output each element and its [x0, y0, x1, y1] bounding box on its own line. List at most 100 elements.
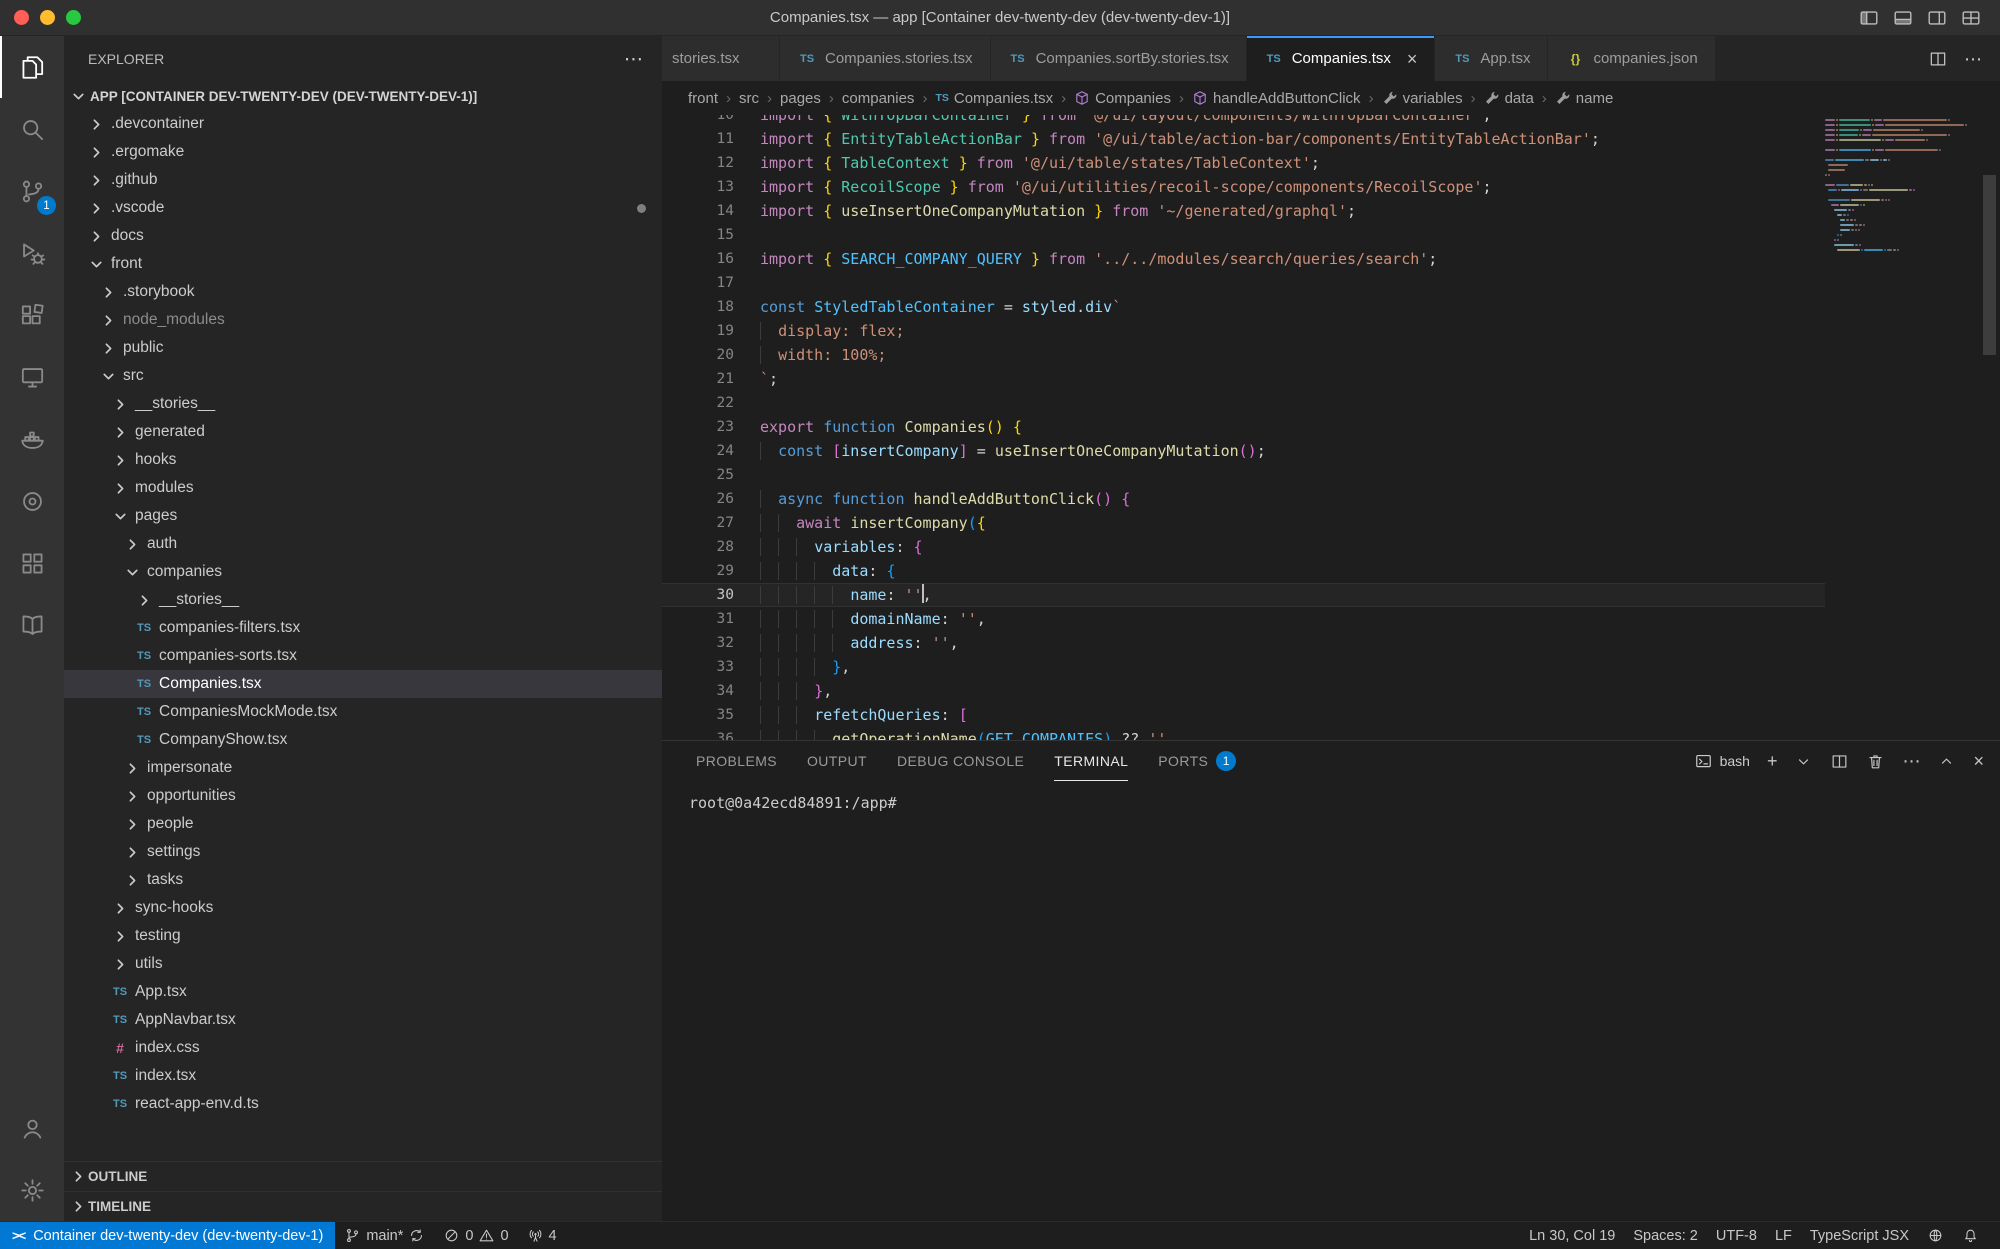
code-line-19[interactable]: 19 display: flex;: [662, 319, 1825, 343]
breadcrumb-companies-folder[interactable]: companies: [842, 90, 915, 107]
code-line-26[interactable]: 26 async function handleAddButtonClick()…: [662, 487, 1825, 511]
zoom-window-button[interactable]: [66, 10, 81, 25]
activity-extensions[interactable]: [0, 284, 64, 346]
folder-item-hooks[interactable]: hooks: [64, 446, 662, 474]
workspace-section-header[interactable]: APP [CONTAINER DEV-TWENTY-DEV (DEV-TWENT…: [64, 82, 662, 110]
code-line-23[interactable]: 23export function Companies() {: [662, 415, 1825, 439]
globe-status[interactable]: [1918, 1222, 1953, 1249]
folder-item-public[interactable]: public: [64, 334, 662, 362]
split-terminal-icon[interactable]: [1830, 752, 1849, 771]
tab-app-tsx[interactable]: TS App.tsx: [1435, 36, 1548, 81]
folder-item-impersonate[interactable]: impersonate: [64, 754, 662, 782]
code-line-34[interactable]: 34 },: [662, 679, 1825, 703]
folder-item-companies[interactable]: companies: [64, 558, 662, 586]
eol-setting[interactable]: LF: [1766, 1222, 1801, 1249]
problems-status[interactable]: 0 0: [434, 1222, 517, 1249]
folder-item-.github[interactable]: .github: [64, 166, 662, 194]
folder-item-.ergomake[interactable]: .ergomake: [64, 138, 662, 166]
breadcrumb-symbol-variables[interactable]: variables: [1382, 90, 1463, 107]
folder-item-auth[interactable]: auth: [64, 530, 662, 558]
code-line-36[interactable]: 36 getOperationName(GET_COMPANIES) ?? ''…: [662, 727, 1825, 740]
folder-item-modules[interactable]: modules: [64, 474, 662, 502]
shell-selector[interactable]: bash: [1694, 752, 1750, 771]
code-line-22[interactable]: 22: [662, 391, 1825, 415]
breadcrumb-front[interactable]: front: [688, 90, 718, 107]
code-line-18[interactable]: 18const StyledTableContainer = styled.di…: [662, 295, 1825, 319]
editor-scrollbar[interactable]: [1978, 115, 2000, 740]
folder-item-tasks[interactable]: tasks: [64, 866, 662, 894]
activity-run-debug[interactable]: [0, 222, 64, 284]
breadcrumb-file[interactable]: TSCompanies.tsx: [935, 90, 1053, 107]
code-line-14[interactable]: 14import { useInsertOneCompanyMutation }…: [662, 199, 1825, 223]
notifications[interactable]: [1953, 1222, 1988, 1249]
folder-item-utils[interactable]: utils: [64, 950, 662, 978]
breadcrumb-symbol-data[interactable]: data: [1484, 90, 1534, 107]
breadcrumb-symbol-name[interactable]: name: [1555, 90, 1614, 107]
kill-terminal-icon[interactable]: [1866, 752, 1885, 771]
file-item-companies-sorts.tsx[interactable]: TScompanies-sorts.tsx: [64, 642, 662, 670]
activity-book[interactable]: [0, 594, 64, 656]
split-editor-icon[interactable]: [1928, 49, 1948, 69]
outline-section[interactable]: OUTLINE: [64, 1161, 662, 1191]
folder-item-opportunities[interactable]: opportunities: [64, 782, 662, 810]
remote-indicator[interactable]: >< Container dev-twenty-dev (dev-twenty-…: [0, 1222, 335, 1249]
code-line-20[interactable]: 20 width: 100%;: [662, 343, 1825, 367]
tab-stories-partial[interactable]: stories.tsx: [662, 36, 780, 81]
folder-item-generated[interactable]: generated: [64, 418, 662, 446]
folder-item-.storybook[interactable]: .storybook: [64, 278, 662, 306]
code-line-30[interactable]: 30 name: '',: [662, 583, 1825, 607]
branch-status[interactable]: main*: [335, 1222, 434, 1249]
minimap[interactable]: [1825, 115, 1978, 740]
file-item-App.tsx[interactable]: TSApp.tsx: [64, 978, 662, 1006]
activity-target[interactable]: [0, 470, 64, 532]
code-line-17[interactable]: 17: [662, 271, 1825, 295]
code-line-33[interactable]: 33 },: [662, 655, 1825, 679]
code-line-24[interactable]: 24 const [insertCompany] = useInsertOneC…: [662, 439, 1825, 463]
toggle-secondary-sidebar-icon[interactable]: [1926, 7, 1948, 29]
breadcrumb-symbol-handleaddbuttonclick[interactable]: handleAddButtonClick: [1192, 90, 1361, 107]
maximize-panel-icon[interactable]: [1937, 752, 1956, 771]
folder-item-src[interactable]: src: [64, 362, 662, 390]
language-mode[interactable]: TypeScript JSX: [1801, 1222, 1918, 1249]
activity-docker[interactable]: [0, 408, 64, 470]
tab-companies-sortby-stories[interactable]: TS Companies.sortBy.stories.tsx: [991, 36, 1247, 81]
file-item-react-app-env.d.ts[interactable]: TSreact-app-env.d.ts: [64, 1090, 662, 1118]
folder-item-testing[interactable]: testing: [64, 922, 662, 950]
customize-layout-icon[interactable]: [1960, 7, 1982, 29]
activity-explorer[interactable]: [0, 36, 64, 98]
encoding-setting[interactable]: UTF-8: [1707, 1222, 1766, 1249]
activity-grid[interactable]: [0, 532, 64, 594]
scrollbar-thumb[interactable]: [1983, 175, 1996, 355]
folder-item-settings[interactable]: settings: [64, 838, 662, 866]
code-line-29[interactable]: 29 data: {: [662, 559, 1825, 583]
folder-item-__stories__[interactable]: __stories__: [64, 586, 662, 614]
chevron-down-icon[interactable]: [1794, 752, 1813, 771]
activity-remote-explorer[interactable]: [0, 346, 64, 408]
code-editor[interactable]: 10import { WithTopBarContainer } from '@…: [662, 115, 1825, 740]
tab-companies-tsx[interactable]: TS Companies.tsx ×: [1247, 36, 1436, 81]
ports-status[interactable]: 4: [518, 1222, 566, 1249]
file-item-index.css[interactable]: #index.css: [64, 1034, 662, 1062]
close-tab-icon[interactable]: ×: [1407, 50, 1418, 68]
more-actions-icon[interactable]: ⋯: [624, 48, 644, 71]
file-item-Companies.tsx[interactable]: TSCompanies.tsx: [64, 670, 662, 698]
new-terminal-icon[interactable]: +: [1767, 752, 1778, 770]
file-item-CompaniesMockMode.tsx[interactable]: TSCompaniesMockMode.tsx: [64, 698, 662, 726]
code-line-27[interactable]: 27 await insertCompany({: [662, 511, 1825, 535]
panel-tab-debug-console[interactable]: DEBUG CONSOLE: [897, 741, 1024, 781]
minimize-window-button[interactable]: [40, 10, 55, 25]
activity-accounts[interactable]: [0, 1097, 64, 1159]
folder-item-.vscode[interactable]: .vscode: [64, 194, 662, 222]
folder-item-__stories__[interactable]: __stories__: [64, 390, 662, 418]
cursor-position[interactable]: Ln 30, Col 19: [1520, 1222, 1624, 1249]
more-actions-icon[interactable]: ⋯: [1902, 752, 1920, 770]
code-line-10[interactable]: 10import { WithTopBarContainer } from '@…: [662, 115, 1825, 127]
folder-item-docs[interactable]: docs: [64, 222, 662, 250]
folder-item-pages[interactable]: pages: [64, 502, 662, 530]
code-line-11[interactable]: 11import { EntityTableActionBar } from '…: [662, 127, 1825, 151]
code-line-16[interactable]: 16import { SEARCH_COMPANY_QUERY } from '…: [662, 247, 1825, 271]
breadcrumb-symbol-companies[interactable]: Companies: [1074, 90, 1171, 107]
indentation-setting[interactable]: Spaces: 2: [1624, 1222, 1707, 1249]
toggle-panel-icon[interactable]: [1892, 7, 1914, 29]
code-line-35[interactable]: 35 refetchQueries: [: [662, 703, 1825, 727]
